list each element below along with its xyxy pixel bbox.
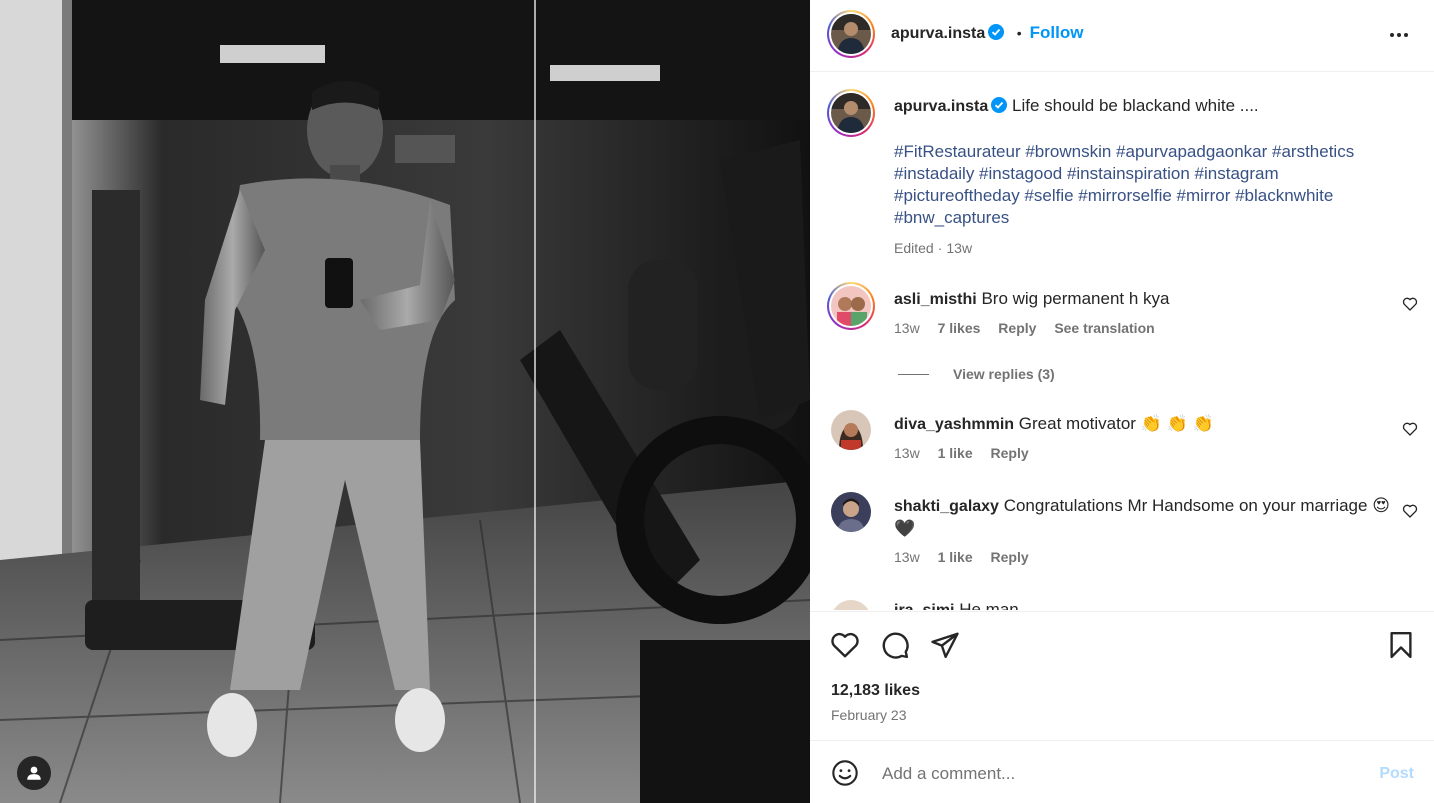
reply-button[interactable]: Reply: [991, 549, 1029, 565]
comment-avatar[interactable]: [831, 410, 871, 450]
comment-username[interactable]: shakti_galaxy: [894, 498, 999, 515]
comment-avatar[interactable]: [831, 492, 871, 532]
comment-like-heart-icon[interactable]: [1402, 421, 1418, 442]
reply-button[interactable]: Reply: [998, 320, 1036, 336]
comment-like-heart-icon[interactable]: [1402, 296, 1418, 317]
comment-likes[interactable]: 1 like: [938, 445, 973, 461]
comment-time[interactable]: 13w: [894, 445, 920, 461]
view-replies-button[interactable]: View replies (3): [894, 363, 1394, 385]
caption-text: Life should be blackand white ....: [1012, 96, 1259, 115]
post-header: apurva.insta • Follow: [810, 0, 1434, 72]
more-options-icon[interactable]: [1388, 24, 1410, 51]
comment-username[interactable]: ira_simi: [894, 602, 954, 610]
post-details-panel: apurva.insta • Follow apurva.insta Life …: [810, 0, 1434, 803]
gym-mirror-selfie-photo: [0, 0, 810, 803]
author-username[interactable]: apurva.insta: [891, 25, 985, 42]
comment-time[interactable]: 13w: [894, 549, 920, 565]
comment-input[interactable]: [880, 759, 1354, 789]
send-icon[interactable]: [930, 630, 960, 665]
comment-username[interactable]: asli_misthi: [894, 291, 977, 308]
comment-time[interactable]: 13w: [894, 320, 920, 336]
heart-icon[interactable]: [830, 630, 860, 665]
author-avatar[interactable]: [827, 10, 875, 58]
emoji-icon[interactable]: [831, 759, 859, 792]
author-avatar-image: [831, 14, 871, 54]
comment-bubble-icon[interactable]: [880, 630, 910, 665]
caption-avatar[interactable]: [827, 89, 875, 137]
user-silhouette-icon: [27, 766, 41, 780]
comments-list[interactable]: apurva.insta Life should be blackand whi…: [810, 73, 1434, 610]
comment-avatar-image: [831, 600, 871, 610]
verified-badge-icon: [991, 97, 1008, 119]
caption-avatar-image: [831, 93, 871, 133]
edited-label: Edited: [894, 240, 934, 256]
caption-username[interactable]: apurva.insta: [894, 98, 988, 115]
post-photo[interactable]: [0, 0, 810, 803]
comment-username[interactable]: diva_yashmmin: [894, 416, 1014, 433]
caption-time[interactable]: 13w: [946, 240, 972, 256]
comment-avatar-image: [831, 410, 871, 450]
comment-like-heart-icon[interactable]: [1402, 503, 1418, 524]
comment-avatar[interactable]: [831, 600, 871, 610]
reply-button[interactable]: Reply: [991, 445, 1029, 461]
comment-text: Bro wig permanent h kya: [981, 289, 1170, 308]
caption-hashtags[interactable]: #FitRestaurateur #brownskin #apurvapadga…: [894, 141, 1394, 229]
add-comment-bar: Post: [810, 740, 1434, 803]
comment-text: Great motivator 👏 👏 👏: [1018, 414, 1214, 433]
header-separator: •: [1016, 25, 1022, 41]
post-actions: 12,183 likes February 23: [810, 611, 1434, 739]
post-date[interactable]: February 23: [831, 707, 906, 723]
see-translation-button[interactable]: See translation: [1054, 320, 1154, 336]
comment-likes[interactable]: 1 like: [938, 549, 973, 565]
comment-avatar-image: [831, 286, 871, 326]
post-comment-button[interactable]: Post: [1379, 765, 1414, 783]
view-replies-label: View replies (3): [953, 366, 1055, 382]
replies-divider: [898, 373, 929, 375]
comment-likes[interactable]: 7 likes: [938, 320, 981, 336]
verified-badge-icon: [988, 24, 1005, 45]
user-tag-button[interactable]: [17, 756, 51, 790]
bookmark-icon[interactable]: [1386, 630, 1416, 665]
meta-dot: ·: [937, 240, 943, 256]
likes-count[interactable]: 12,183 likes: [831, 682, 920, 700]
comment-avatar[interactable]: [827, 282, 875, 330]
comment-avatar-image: [831, 492, 871, 532]
follow-button[interactable]: Follow: [1030, 23, 1084, 42]
comment-text: He man: [959, 600, 1019, 610]
